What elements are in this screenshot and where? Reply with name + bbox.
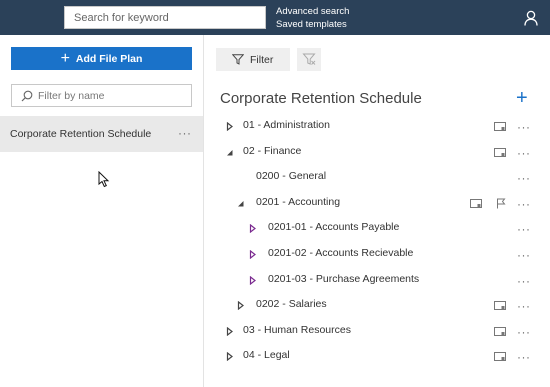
tree-row[interactable]: 0200 - General ··· bbox=[210, 165, 544, 190]
file-plan-name: Corporate Retention Schedule bbox=[10, 128, 152, 140]
add-file-plan-label: Add File Plan bbox=[75, 52, 143, 65]
collapsed-arrow-icon[interactable] bbox=[249, 275, 257, 285]
tree-row-label: 0201-02 - Accounts Recievable bbox=[268, 247, 414, 259]
tree-row[interactable]: 0201-03 - Purchase Agreements ··· bbox=[210, 268, 544, 293]
tree-row[interactable]: 0201-02 - Accounts Recievable ··· bbox=[210, 242, 544, 267]
tree-row[interactable]: 03 - Human Resources ··· bbox=[210, 319, 544, 344]
collapsed-arrow-icon[interactable] bbox=[237, 301, 245, 311]
plus-icon: + bbox=[60, 49, 70, 67]
tree-row-label: 0201-01 - Accounts Payable bbox=[268, 221, 400, 234]
more-options-icon[interactable]: ··· bbox=[517, 147, 531, 159]
tree-row[interactable]: 02 - Finance ··· bbox=[210, 140, 544, 165]
user-icon[interactable] bbox=[524, 10, 538, 26]
file-plan-item[interactable]: Corporate Retention Schedule ··· bbox=[0, 116, 203, 152]
more-options-icon[interactable]: ··· bbox=[517, 351, 531, 363]
collapsed-arrow-icon[interactable] bbox=[249, 224, 257, 234]
tree-row-label: 0200 - General bbox=[256, 170, 327, 183]
properties-card-icon[interactable] bbox=[470, 198, 482, 209]
collapsed-arrow-icon[interactable] bbox=[226, 122, 234, 131]
properties-card-icon[interactable] bbox=[494, 301, 506, 311]
tree-row-label: 02 - Finance bbox=[243, 144, 302, 157]
more-options-icon[interactable]: ··· bbox=[517, 326, 531, 338]
filter-button[interactable]: Filter bbox=[216, 48, 290, 71]
filter-label: Filter bbox=[250, 53, 274, 66]
more-options-icon[interactable]: ··· bbox=[517, 198, 531, 210]
tree-row[interactable]: 0202 - Salaries ··· bbox=[210, 293, 544, 318]
tree-row-label: 0201 - Accounting bbox=[256, 195, 341, 208]
file-plan-title: Corporate Retention Schedule bbox=[220, 90, 422, 107]
tree-row[interactable]: 04 - Legal ··· bbox=[210, 344, 544, 369]
more-options-icon[interactable]: ··· bbox=[517, 172, 531, 184]
more-options-icon[interactable]: ··· bbox=[517, 275, 531, 287]
collapsed-arrow-icon[interactable] bbox=[249, 250, 257, 259]
flag-icon[interactable] bbox=[496, 198, 506, 209]
expanded-arrow-icon[interactable] bbox=[237, 199, 245, 208]
more-options-icon[interactable]: ··· bbox=[517, 300, 531, 312]
add-file-plan-button[interactable]: + Add File Plan bbox=[11, 47, 192, 70]
tree-row-label: 03 - Human Resources bbox=[243, 323, 351, 336]
tree-row[interactable]: 0201-01 - Accounts Payable ··· bbox=[210, 216, 544, 241]
search-icon bbox=[21, 90, 33, 101]
tree-row-label: 0201-03 - Purchase Agreements bbox=[268, 272, 420, 285]
funnel-icon bbox=[232, 54, 244, 65]
tree-row[interactable]: 01 - Administration ··· bbox=[210, 114, 544, 139]
properties-card-icon[interactable] bbox=[494, 352, 506, 362]
add-category-plus-icon[interactable]: + bbox=[516, 88, 528, 108]
expanded-arrow-icon[interactable] bbox=[226, 148, 234, 157]
top-bar: Advanced search Saved templates bbox=[0, 0, 550, 35]
collapsed-arrow-icon[interactable] bbox=[226, 352, 234, 362]
tree-row-label: 04 - Legal bbox=[243, 349, 290, 362]
clear-filter-icon bbox=[302, 53, 316, 65]
more-options-icon[interactable]: ··· bbox=[517, 121, 531, 133]
properties-card-icon[interactable] bbox=[494, 122, 506, 132]
more-options-icon[interactable]: ··· bbox=[517, 249, 531, 261]
tree-row-label: 0202 - Salaries bbox=[256, 298, 327, 311]
mouse-cursor-icon bbox=[98, 171, 110, 188]
search-input[interactable] bbox=[65, 7, 265, 28]
saved-templates-link[interactable]: Saved templates bbox=[276, 19, 347, 30]
properties-card-icon[interactable] bbox=[494, 147, 506, 158]
collapsed-arrow-icon[interactable] bbox=[226, 326, 234, 336]
tree-row-label: 01 - Administration bbox=[243, 119, 330, 131]
filter-by-name-field[interactable] bbox=[11, 84, 192, 107]
more-options-icon[interactable]: ··· bbox=[517, 223, 531, 235]
more-options-icon[interactable]: ··· bbox=[178, 127, 192, 139]
filter-by-name-input[interactable] bbox=[38, 89, 178, 102]
clear-filter-button[interactable] bbox=[297, 48, 321, 71]
advanced-search-link[interactable]: Advanced search bbox=[276, 6, 349, 17]
properties-card-icon[interactable] bbox=[494, 326, 506, 337]
tree-row[interactable]: 0201 - Accounting ··· bbox=[210, 191, 544, 216]
search-box[interactable] bbox=[64, 6, 266, 29]
sidebar: + Add File Plan Corporate Retention Sche… bbox=[0, 35, 204, 387]
